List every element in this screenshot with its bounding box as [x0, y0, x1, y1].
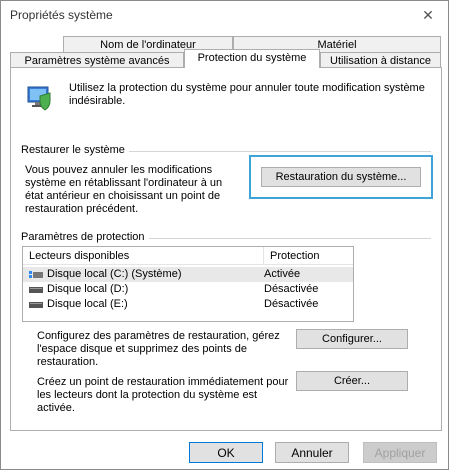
drive-name: Disque local (E:)	[47, 298, 128, 310]
system-protection-panel: Utilisez la protection du système pour a…	[10, 67, 442, 431]
cancel-button[interactable]: Annuler	[275, 442, 349, 463]
column-header-protection: Protection	[263, 247, 353, 265]
drive-name: Disque local (D:)	[47, 283, 129, 295]
tab-label: Nom de l'ordinateur	[100, 39, 196, 51]
create-button[interactable]: Créer...	[296, 371, 408, 391]
column-header-drives: Lecteurs disponibles	[23, 247, 263, 265]
tab-label: Matériel	[317, 39, 357, 51]
window-title: Propriétés système	[10, 8, 113, 22]
tab-label: Protection du système	[197, 52, 307, 64]
table-row[interactable]: Disque local (C:) (Système) Activée	[23, 267, 353, 282]
tab-advanced-settings[interactable]: Paramètres système avancés	[10, 52, 184, 68]
drive-name: Disque local (C:) (Système)	[47, 268, 182, 280]
ok-button[interactable]: OK	[189, 442, 263, 463]
apply-button: Appliquer	[363, 442, 437, 463]
system-properties-window: Propriétés système ✕ Nom de l'ordinateur…	[0, 0, 449, 470]
configure-text: Configurez des paramètres de restauratio…	[37, 330, 280, 368]
title-bar: Propriétés système ✕	[1, 1, 448, 29]
tab-label: Paramètres système avancés	[24, 55, 170, 67]
system-protection-icon	[27, 86, 51, 111]
system-drive-icon	[29, 271, 43, 278]
close-icon[interactable]: ✕	[414, 4, 442, 26]
table-row[interactable]: Disque local (D:) Désactivée	[23, 282, 353, 297]
intro-text: Utilisez la protection du système pour a…	[69, 82, 425, 107]
protection-status: Activée	[264, 268, 301, 280]
restore-description: Vous pouvez annuler les modifications sy…	[25, 164, 223, 215]
tab-remote[interactable]: Utilisation à distance	[320, 52, 441, 68]
drive-icon	[29, 302, 43, 308]
protection-status: Désactivée	[264, 298, 319, 310]
tab-label: Utilisation à distance	[330, 55, 431, 67]
protection-status: Désactivée	[264, 283, 319, 295]
table-row[interactable]: Disque local (E:) Désactivée	[23, 297, 353, 312]
drive-icon	[29, 287, 43, 293]
system-restore-button[interactable]: Restauration du système...	[249, 155, 433, 199]
restore-group-title: Restaurer le système	[21, 144, 129, 156]
create-text: Créez un point de restauration immédiate…	[37, 376, 289, 414]
drives-table: Lecteurs disponibles Protection Disque l…	[22, 246, 354, 322]
protection-group-title: Paramètres de protection	[21, 231, 149, 243]
tab-system-protection[interactable]: Protection du système	[184, 49, 320, 68]
configure-button[interactable]: Configurer...	[296, 329, 408, 349]
